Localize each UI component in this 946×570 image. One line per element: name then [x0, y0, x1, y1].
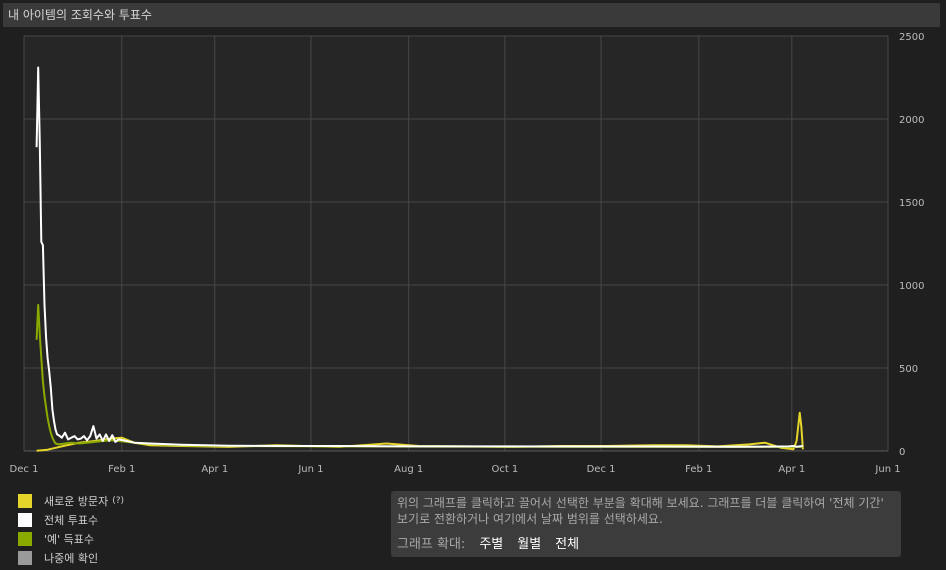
x-tick-label: Jun 1 — [874, 464, 900, 475]
x-tick-label: Apr 1 — [201, 464, 228, 475]
y-tick-label: 500 — [899, 364, 918, 375]
x-tick-label: Oct 1 — [491, 464, 518, 475]
legend-label-new-visitors: 새로운 방문자 — [44, 494, 109, 508]
x-tick-label: Apr 1 — [778, 464, 805, 475]
y-tick-label: 2000 — [899, 115, 924, 126]
legend-help-marker[interactable]: (?) — [112, 496, 124, 506]
legend-label-later: 나중에 확인 — [44, 551, 99, 565]
chart-plot[interactable]: Dec 1 Feb 1 Apr 1 Jun 1 Aug 1 Oct 1 Dec 1 Feb 1… — [0, 0, 946, 485]
plot-area[interactable] — [24, 36, 888, 451]
x-tick-label: Jun 1 — [297, 464, 323, 475]
legend-item-yes-votes[interactable]: '예' 득표수 — [18, 529, 124, 548]
zoom-month-link[interactable]: 월별 — [517, 533, 541, 552]
x-tick-label: Aug 1 — [394, 464, 423, 475]
page-root: 내 아이템의 조회수와 투표수 Dec 1 Feb 1 Apr 1 Jun 1 Aug … — [0, 0, 946, 570]
legend-swatch-yes-votes — [18, 531, 32, 546]
legend-label-total-votes: 전체 투표수 — [44, 513, 99, 527]
x-tick-label: Dec 1 — [10, 464, 39, 475]
legend-swatch-later — [18, 550, 32, 565]
legend-item-later[interactable]: 나중에 확인 — [18, 548, 124, 567]
zoom-controls: 그래프 확대: 주별 월별 전체 — [397, 533, 895, 552]
legend-swatch-new-visitors — [18, 493, 32, 508]
x-tick-label: Feb 1 — [108, 464, 135, 475]
zoom-help-box: 위의 그래프를 클릭하고 끌어서 선택한 부분을 확대해 보세요. 그래프를 더… — [391, 491, 901, 557]
zoom-week-link[interactable]: 주별 — [479, 533, 503, 552]
x-tick-label: Feb 1 — [685, 464, 712, 475]
legend-swatch-total-votes — [18, 512, 32, 527]
zoom-all-link[interactable]: 전체 — [555, 533, 579, 552]
y-tick-label: 1000 — [899, 281, 924, 292]
legend-label-yes-votes: '예' 득표수 — [44, 532, 95, 546]
y-tick-label: 0 — [899, 447, 905, 458]
y-tick-label: 2500 — [899, 32, 924, 43]
legend-item-total-votes[interactable]: 전체 투표수 — [18, 510, 124, 529]
x-tick-label: Dec 1 — [587, 464, 616, 475]
legend-item-new-visitors[interactable]: 새로운 방문자 (?) — [18, 491, 124, 510]
zoom-help-text: 위의 그래프를 클릭하고 끌어서 선택한 부분을 확대해 보세요. 그래프를 더… — [397, 496, 884, 526]
y-tick-label: 1500 — [899, 198, 924, 209]
legend: 새로운 방문자 (?) 전체 투표수 '예' 득표수 나중에 확인 — [18, 491, 124, 567]
zoom-label: 그래프 확대: — [397, 537, 466, 552]
